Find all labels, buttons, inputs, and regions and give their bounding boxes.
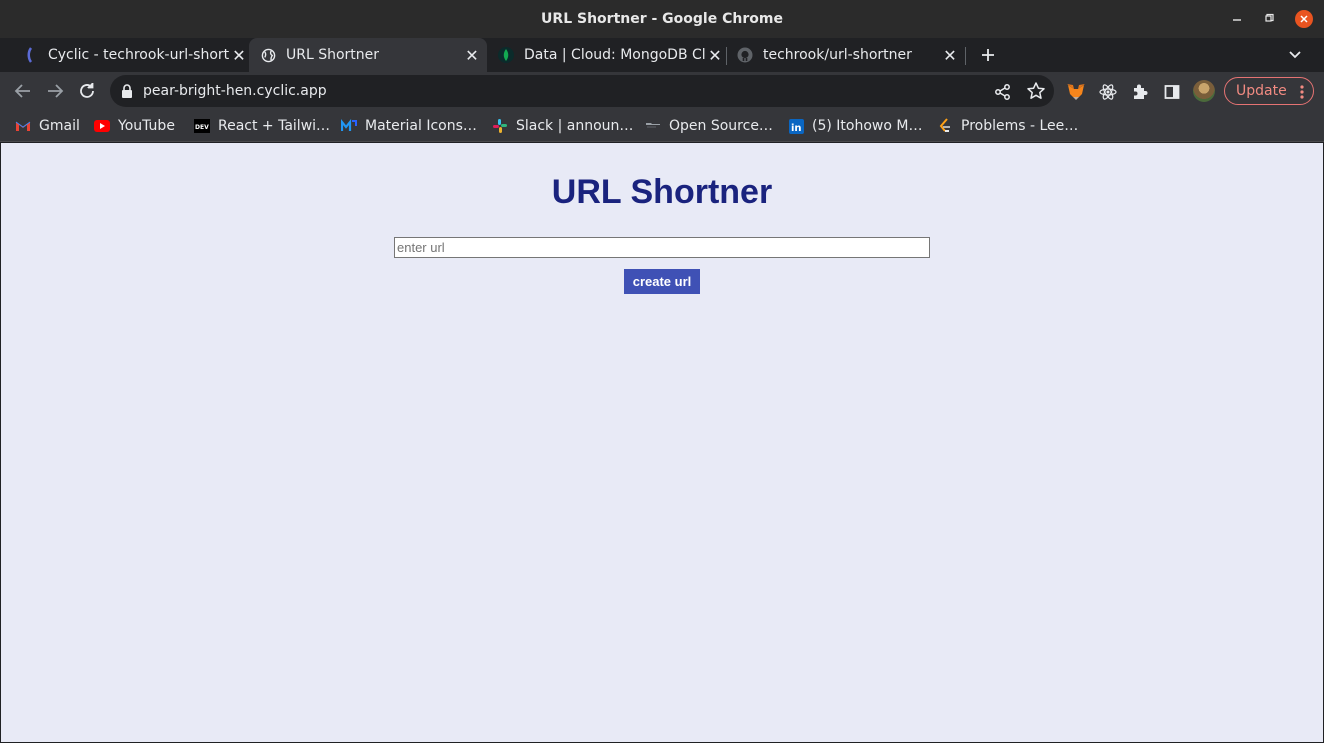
tab-cyclic[interactable]: Cyclic - techrook-url-short ✕: [22, 38, 248, 72]
tab-mongodb[interactable]: Data | Cloud: MongoDB Cl ✕: [498, 38, 724, 72]
arrow-right-icon: [48, 84, 64, 98]
svg-text:DEV: DEV: [195, 124, 209, 131]
page-content: URL Shortner create url: [1, 143, 1323, 742]
forward-button[interactable]: [44, 80, 66, 102]
github-icon: [737, 47, 753, 63]
material-icon: [341, 118, 357, 134]
close-tab-button[interactable]: ✕: [230, 46, 248, 65]
react-devtools-icon[interactable]: [1098, 82, 1118, 102]
reload-icon: [80, 83, 94, 98]
bookmark-label: YouTube: [118, 118, 175, 134]
bookmark-label: Slack | announ…: [516, 118, 634, 134]
bookmark-material-icons[interactable]: Material Icons…: [341, 116, 477, 136]
address-bar[interactable]: pear-bright-hen.cyclic.app: [110, 75, 1054, 107]
minimize-button[interactable]: [1228, 10, 1246, 28]
tab-separator: [726, 47, 727, 65]
page-title: URL Shortner: [551, 173, 773, 211]
side-panel-icon[interactable]: [1162, 82, 1182, 102]
window-title: URL Shortner - Google Chrome: [541, 11, 783, 27]
bookmark-label: Gmail: [39, 118, 80, 134]
close-tab-button[interactable]: ✕: [463, 46, 481, 65]
tab-separator: [965, 47, 966, 65]
youtube-icon: [94, 118, 110, 134]
svg-text:in: in: [791, 123, 802, 134]
dev-icon: DEV: [194, 118, 210, 134]
url-input[interactable]: [394, 237, 930, 258]
bookmark-label: Problems - Lee…: [961, 118, 1079, 134]
browser-toolbar: pear-bright-hen.cyclic.app Update: [0, 72, 1324, 110]
bookmarks-bar: Gmail YouTube DEV React + Tailwi… Materi…: [0, 110, 1324, 142]
leetcode-icon: [937, 118, 953, 134]
share-icon[interactable]: [994, 83, 1012, 101]
new-tab-button[interactable]: [978, 44, 998, 66]
tab-label: techrook/url-shortner: [763, 47, 912, 63]
reload-button[interactable]: [76, 80, 98, 102]
minimize-icon: [1233, 19, 1241, 21]
window-title-bar: URL Shortner - Google Chrome: [0, 0, 1324, 38]
tab-strip: Cyclic - techrook-url-short ✕ URL Shortn…: [0, 38, 1324, 72]
lock-icon: [122, 84, 132, 98]
tab-label: Data | Cloud: MongoDB Cl: [524, 47, 706, 63]
bookmark-gmail[interactable]: Gmail: [15, 116, 80, 136]
tab-label: Cyclic - techrook-url-short: [48, 47, 230, 63]
arrow-left-icon: [14, 84, 30, 98]
bookmark-linkedin[interactable]: in (5) Itohowo M…: [788, 116, 922, 136]
bookmark-label: Open Source…: [669, 118, 773, 134]
linkedin-icon: in: [788, 118, 804, 134]
extensions-puzzle-icon[interactable]: [1130, 82, 1150, 102]
chevron-down-icon: [1289, 51, 1301, 59]
slack-icon: [492, 118, 508, 134]
close-window-button[interactable]: [1295, 10, 1313, 28]
profile-avatar[interactable]: [1193, 80, 1215, 102]
tab-search-button[interactable]: [1285, 44, 1305, 66]
gmail-icon: [15, 118, 31, 134]
cyclic-icon: [22, 47, 38, 63]
bookmark-open-source[interactable]: Open Source…: [645, 116, 773, 136]
bookmark-leetcode[interactable]: Problems - Lee…: [937, 116, 1078, 136]
tab-url-shortner[interactable]: URL Shortner ✕: [249, 38, 487, 72]
bookmark-react-tailwind[interactable]: DEV React + Tailwi…: [194, 116, 330, 136]
update-label: Update: [1236, 83, 1287, 99]
maximize-button[interactable]: [1261, 10, 1279, 28]
metamask-extension-icon[interactable]: [1066, 82, 1086, 102]
bookmark-youtube[interactable]: YouTube: [94, 116, 175, 136]
bookmark-slack[interactable]: Slack | announ…: [492, 116, 633, 136]
bookmark-label: React + Tailwi…: [218, 118, 331, 134]
restore-icon: [1265, 13, 1274, 22]
close-tab-button[interactable]: ✕: [706, 46, 724, 65]
back-button[interactable]: [12, 80, 34, 102]
plus-icon: [982, 49, 994, 61]
mongodb-icon: [498, 47, 514, 63]
globe-icon: [260, 47, 276, 63]
bookmark-label: Material Icons…: [365, 118, 477, 134]
address-url[interactable]: pear-bright-hen.cyclic.app: [143, 83, 327, 99]
bookmark-star-icon[interactable]: [1026, 81, 1046, 101]
create-url-button[interactable]: create url: [624, 269, 700, 294]
tab-label: URL Shortner: [286, 47, 380, 63]
bookmark-label: (5) Itohowo M…: [812, 118, 923, 134]
update-button[interactable]: Update: [1224, 77, 1314, 105]
more-vert-icon: [1300, 85, 1304, 99]
folder-icon: [645, 118, 661, 134]
tab-github[interactable]: techrook/url-shortner ✕: [737, 38, 959, 72]
close-tab-button[interactable]: ✕: [941, 46, 959, 65]
close-icon: [1300, 15, 1308, 23]
